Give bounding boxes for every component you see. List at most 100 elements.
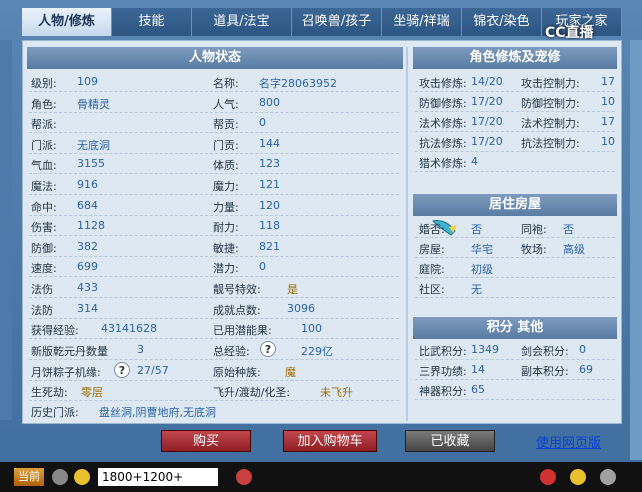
tab-character[interactable]: 人物/修炼 (22, 8, 112, 36)
gift-icon[interactable] (540, 469, 556, 485)
status-right-value: 118 (259, 219, 280, 233)
status-right-label: 敏捷: (213, 241, 239, 255)
race-label: 原始种族: (213, 366, 261, 379)
status-right-value: 名字28063952 (259, 77, 337, 90)
status-left-value: 382 (77, 239, 98, 253)
taskbar: 当前 1800+1200+ (0, 462, 642, 492)
score-label-2: 副本积分: (521, 365, 569, 378)
row-separator (29, 132, 399, 134)
row-separator (415, 257, 615, 258)
cultivation-value: 17/20 (471, 135, 503, 148)
exp-label: 获得经验: (31, 324, 79, 337)
status-left-label: 魔法: (31, 180, 57, 193)
tab-costume[interactable]: 锦衣/染色 (462, 8, 542, 36)
tab-bar: 人物/修炼 技能 道具/法宝 召唤兽/孩子 坐骑/祥瑞 锦衣/染色 玩家之家 (22, 8, 622, 36)
row-separator (29, 400, 399, 401)
buy-button[interactable]: 购买 (161, 430, 251, 452)
score-value-2: 69 (579, 363, 593, 376)
status-left-value: 314 (77, 301, 98, 315)
status-right-value: 121 (259, 178, 280, 191)
score-label: 神器积分: (419, 385, 467, 398)
add-to-cart-button[interactable]: 加入购物车 (283, 430, 377, 452)
score-value: 65 (471, 383, 485, 396)
cultivation-value-2: 10 (601, 95, 615, 108)
row-separator (415, 379, 615, 380)
status-left-label: 气血: (31, 159, 57, 173)
mooncake-help-icon[interactable]: ? (114, 362, 130, 378)
row-separator (29, 111, 399, 113)
status-section-title: 人物状态 (27, 47, 403, 69)
tab-skills[interactable]: 技能 (112, 8, 192, 36)
status-right-label: 潜力: (213, 262, 239, 276)
cultivation-label: 防御修炼: (419, 97, 467, 110)
more-icon[interactable] (600, 469, 616, 485)
cultivation-label: 猎术修炼: (419, 157, 467, 170)
rebirth-label: 生死劫: (31, 386, 68, 399)
row-separator (29, 297, 399, 298)
mooncake-value: 27/57 (137, 364, 169, 377)
tab-mounts[interactable]: 坐骑/祥瑞 (382, 8, 462, 36)
row-separator (29, 317, 399, 319)
potential-fruit-value: 100 (301, 322, 322, 335)
house-label: 婚否: (419, 223, 445, 236)
total-exp-help-icon[interactable]: ? (260, 341, 276, 357)
microphone-icon[interactable] (52, 469, 68, 485)
row-separator (415, 111, 615, 112)
fly-label: 飞升/渡劫/化圣: (213, 386, 291, 399)
house-value: 华宅 (471, 243, 493, 256)
row-separator (29, 359, 399, 360)
status-right-label: 体质: (213, 159, 239, 173)
chat-input[interactable]: 1800+1200+ (98, 468, 218, 486)
status-right-label: 人气: (213, 97, 239, 111)
status-left-label: 级别: (31, 77, 57, 90)
right-border (630, 40, 642, 460)
cultivation-label-2: 法术控制力: (521, 117, 580, 130)
cultivation-label-2: 防御控制力: (521, 97, 580, 110)
exp-value: 43141628 (101, 322, 157, 335)
status-left-value: 3155 (77, 157, 105, 171)
status-left-label: 速度: (31, 262, 57, 276)
status-right-label: 耐力: (213, 221, 239, 235)
status-left-value: 699 (77, 260, 98, 274)
qianyuan-label: 新版乾元丹数量 (31, 345, 108, 358)
row-separator (415, 297, 615, 298)
row-separator (415, 237, 615, 238)
row-separator (415, 359, 615, 360)
use-web-version-link[interactable]: 使用网页版 (536, 432, 601, 451)
tab-pets[interactable]: 召唤兽/孩子 (292, 8, 382, 36)
row-separator (29, 173, 399, 175)
cards-icon[interactable] (236, 469, 252, 485)
cultivation-value-2: 10 (601, 135, 615, 148)
house-value-2: 高级 (563, 243, 585, 256)
status-left-label: 防御: (31, 241, 57, 255)
tab-items[interactable]: 道具/法宝 (192, 8, 292, 36)
row-separator (29, 276, 399, 278)
score-value: 14 (471, 363, 485, 376)
emoji-icon[interactable] (74, 469, 90, 485)
status-right-label: 名称: (213, 77, 239, 90)
score-value: 1349 (471, 343, 499, 356)
status-right-value: 144 (259, 136, 280, 150)
status-left-label: 法防 (31, 303, 53, 317)
status-left-label: 帮派: (31, 118, 57, 132)
status-right-value: 0 (259, 260, 266, 274)
score-label: 三界功绩: (419, 365, 467, 378)
row-separator (415, 131, 615, 132)
status-right-label: 力量: (213, 200, 239, 214)
status-left-value: 骨精灵 (77, 97, 110, 111)
house-label-2: 同袍: (521, 223, 547, 236)
house-value: 无 (471, 283, 482, 296)
status-right-value: 3096 (287, 301, 315, 315)
left-border (0, 40, 12, 420)
cultivation-label-2: 抗法控制力: (521, 137, 580, 150)
current-channel-button[interactable]: 当前 (14, 468, 44, 486)
favorited-button[interactable]: 已收藏 (405, 430, 495, 452)
status-right-label: 魔力: (213, 180, 239, 193)
row-separator (29, 194, 399, 195)
row-separator (29, 152, 399, 154)
house-value-2: 否 (563, 223, 574, 236)
status-right-value: 800 (259, 95, 280, 109)
status-right-label: 帮贡: (213, 118, 239, 132)
status-right-label: 靓号特效: (213, 283, 261, 296)
smiley-icon[interactable] (570, 469, 586, 485)
